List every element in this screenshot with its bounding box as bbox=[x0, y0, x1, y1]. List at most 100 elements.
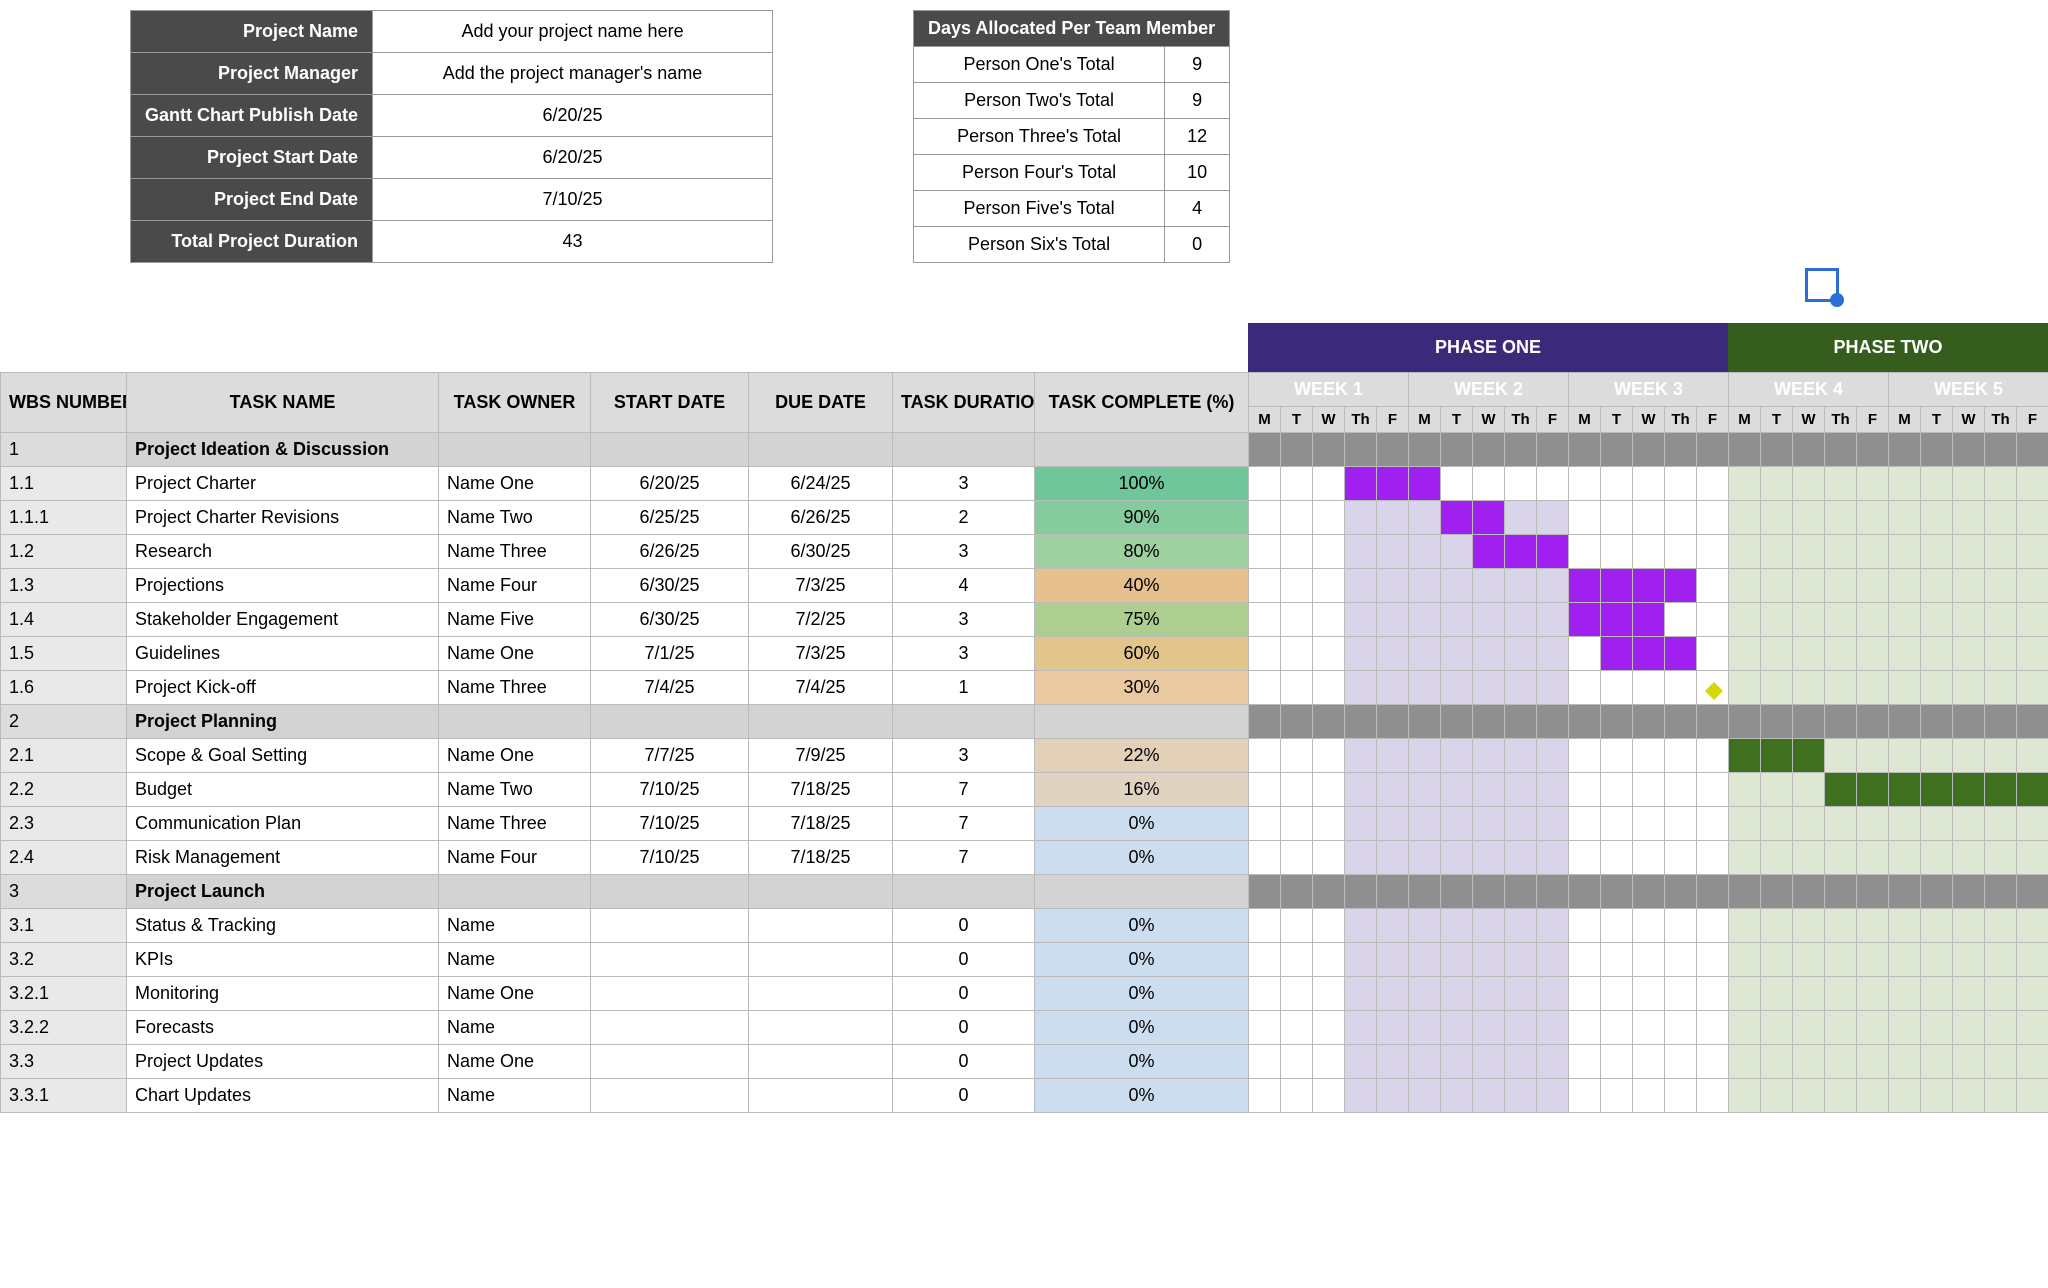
gantt-cell[interactable] bbox=[1665, 637, 1697, 671]
gantt-cell[interactable] bbox=[1249, 739, 1281, 773]
cell-due[interactable] bbox=[749, 1079, 893, 1113]
cell-owner[interactable]: Name Three bbox=[439, 535, 591, 569]
gantt-cell[interactable] bbox=[1569, 501, 1601, 535]
section-wbs[interactable]: 1 bbox=[1, 433, 127, 467]
gantt-cell[interactable] bbox=[1793, 1011, 1825, 1045]
gantt-cell[interactable] bbox=[1473, 501, 1505, 535]
cell-dur[interactable]: 7 bbox=[893, 841, 1035, 875]
gantt-cell[interactable] bbox=[1697, 501, 1729, 535]
gantt-cell[interactable] bbox=[1633, 943, 1665, 977]
gantt-cell[interactable] bbox=[1281, 1045, 1313, 1079]
gantt-cell[interactable] bbox=[1633, 501, 1665, 535]
gantt-cell[interactable] bbox=[1569, 671, 1601, 705]
gantt-cell[interactable] bbox=[1601, 705, 1633, 739]
gantt-cell[interactable] bbox=[1537, 1079, 1569, 1113]
cell-pct[interactable]: 80% bbox=[1035, 535, 1249, 569]
gantt-cell[interactable] bbox=[1697, 943, 1729, 977]
gantt-cell[interactable] bbox=[1921, 1045, 1953, 1079]
gantt-cell[interactable] bbox=[1537, 467, 1569, 501]
gantt-cell[interactable] bbox=[1377, 909, 1409, 943]
gantt-cell[interactable] bbox=[1569, 773, 1601, 807]
gantt-cell[interactable] bbox=[1761, 535, 1793, 569]
gantt-cell[interactable] bbox=[1761, 433, 1793, 467]
gantt-cell[interactable] bbox=[2017, 705, 2048, 739]
gantt-cell[interactable] bbox=[1473, 637, 1505, 671]
gantt-cell[interactable] bbox=[1473, 977, 1505, 1011]
cell-task[interactable]: Status & Tracking bbox=[127, 909, 439, 943]
cell-start[interactable]: 6/25/25 bbox=[591, 501, 749, 535]
gantt-cell[interactable] bbox=[1793, 671, 1825, 705]
gantt-cell[interactable] bbox=[1761, 671, 1793, 705]
gantt-cell[interactable] bbox=[1281, 875, 1313, 909]
gantt-cell[interactable] bbox=[1793, 501, 1825, 535]
gantt-cell[interactable] bbox=[1857, 671, 1889, 705]
cell-start[interactable]: 7/1/25 bbox=[591, 637, 749, 671]
gantt-cell[interactable] bbox=[1697, 671, 1729, 705]
gantt-cell[interactable] bbox=[1313, 739, 1345, 773]
gantt-cell[interactable] bbox=[1761, 1079, 1793, 1113]
gantt-cell[interactable] bbox=[1985, 739, 2017, 773]
cell-start[interactable] bbox=[591, 1045, 749, 1079]
cell-dur[interactable]: 3 bbox=[893, 467, 1035, 501]
cell-project-name[interactable]: Add your project name here bbox=[373, 11, 773, 53]
gantt-cell[interactable] bbox=[1345, 501, 1377, 535]
gantt-cell[interactable] bbox=[1409, 705, 1441, 739]
gantt-cell[interactable] bbox=[1569, 977, 1601, 1011]
cell-start[interactable]: 7/10/25 bbox=[591, 773, 749, 807]
cell-dur[interactable]: 3 bbox=[893, 535, 1035, 569]
gantt-cell[interactable] bbox=[1345, 909, 1377, 943]
gantt-cell[interactable] bbox=[1537, 807, 1569, 841]
gantt-cell[interactable] bbox=[1313, 875, 1345, 909]
section-blank[interactable] bbox=[749, 875, 893, 909]
day-header[interactable]: T bbox=[1441, 407, 1473, 433]
gantt-cell[interactable] bbox=[1665, 807, 1697, 841]
gantt-cell[interactable] bbox=[1537, 739, 1569, 773]
gantt-cell[interactable] bbox=[1313, 467, 1345, 501]
gantt-cell[interactable] bbox=[1857, 807, 1889, 841]
gantt-cell[interactable] bbox=[1953, 1045, 1985, 1079]
gantt-cell[interactable] bbox=[1921, 637, 1953, 671]
gantt-cell[interactable] bbox=[1985, 705, 2017, 739]
gantt-cell[interactable] bbox=[1569, 739, 1601, 773]
day-header[interactable]: Th bbox=[1345, 407, 1377, 433]
gantt-cell[interactable] bbox=[1249, 637, 1281, 671]
week-header[interactable]: WEEK 3 bbox=[1569, 373, 1729, 407]
gantt-cell[interactable] bbox=[1249, 909, 1281, 943]
cell-owner[interactable]: Name Two bbox=[439, 773, 591, 807]
cell-task[interactable]: KPIs bbox=[127, 943, 439, 977]
gantt-cell[interactable] bbox=[1697, 977, 1729, 1011]
gantt-cell[interactable] bbox=[1953, 671, 1985, 705]
gantt-cell[interactable] bbox=[1377, 535, 1409, 569]
gantt-cell[interactable] bbox=[2017, 909, 2048, 943]
day-header[interactable]: W bbox=[1953, 407, 1985, 433]
gantt-cell[interactable] bbox=[1313, 603, 1345, 637]
gantt-cell[interactable] bbox=[1409, 841, 1441, 875]
gantt-cell[interactable] bbox=[1377, 875, 1409, 909]
cell-publish-date[interactable]: 6/20/25 bbox=[373, 95, 773, 137]
cell-start[interactable]: 6/30/25 bbox=[591, 569, 749, 603]
cell-task[interactable]: Project Updates bbox=[127, 1045, 439, 1079]
gantt-cell[interactable] bbox=[2017, 603, 2048, 637]
gantt-cell[interactable] bbox=[1313, 569, 1345, 603]
gantt-cell[interactable] bbox=[1345, 1079, 1377, 1113]
gantt-cell[interactable] bbox=[1761, 909, 1793, 943]
cell-dur[interactable]: 0 bbox=[893, 977, 1035, 1011]
gantt-cell[interactable] bbox=[2017, 1079, 2048, 1113]
cell-wbs[interactable]: 1.2 bbox=[1, 535, 127, 569]
gantt-cell[interactable] bbox=[1345, 739, 1377, 773]
cell-owner[interactable]: Name Five bbox=[439, 603, 591, 637]
gantt-cell[interactable] bbox=[1857, 739, 1889, 773]
day-header[interactable]: M bbox=[1409, 407, 1441, 433]
gantt-cell[interactable] bbox=[1249, 1011, 1281, 1045]
gantt-cell[interactable] bbox=[1473, 807, 1505, 841]
gantt-cell[interactable] bbox=[1729, 569, 1761, 603]
gantt-cell[interactable] bbox=[1889, 535, 1921, 569]
gantt-cell[interactable] bbox=[1761, 569, 1793, 603]
gantt-cell[interactable] bbox=[1409, 1011, 1441, 1045]
gantt-cell[interactable] bbox=[1313, 1079, 1345, 1113]
cell-due[interactable]: 7/18/25 bbox=[749, 773, 893, 807]
gantt-cell[interactable] bbox=[1473, 1011, 1505, 1045]
gantt-cell[interactable] bbox=[2017, 943, 2048, 977]
gantt-cell[interactable] bbox=[1793, 909, 1825, 943]
cell-pct[interactable]: 0% bbox=[1035, 909, 1249, 943]
